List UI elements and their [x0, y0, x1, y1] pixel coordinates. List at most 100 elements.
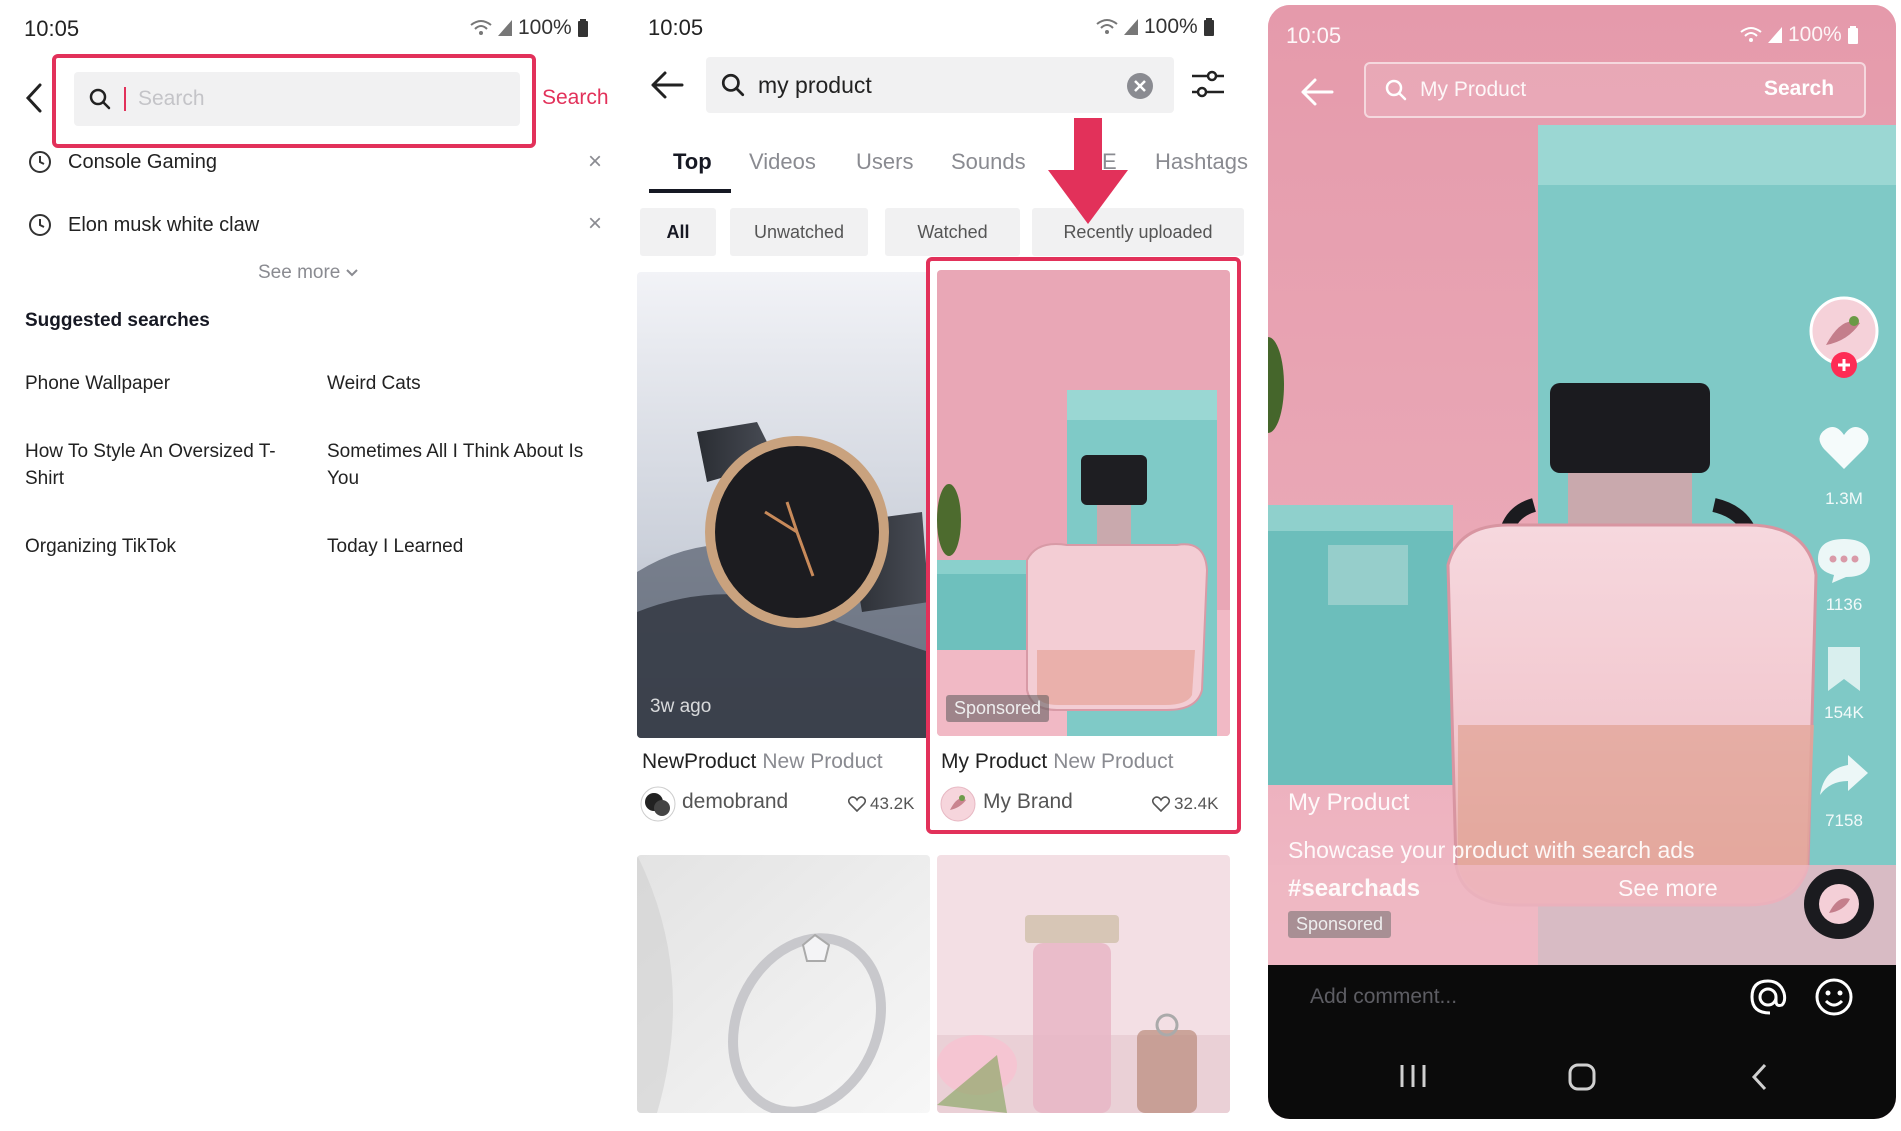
tab-sounds[interactable]: Sounds [951, 149, 1026, 175]
suggestion-item[interactable]: Sometimes All I Think About Is You [327, 438, 612, 492]
like-count: 32.4K [1152, 794, 1218, 814]
chip-all[interactable]: All [640, 208, 716, 256]
suggestion-item[interactable]: Weird Cats [327, 370, 607, 397]
sponsored-badge: Sponsored [946, 695, 1050, 722]
card-title-text: NewProduct [642, 750, 757, 773]
heart-outline-icon [848, 796, 866, 812]
emoji-icon[interactable] [1814, 977, 1854, 1017]
card-subtitle-text: New Product [762, 750, 883, 773]
battery-icon [1847, 26, 1858, 44]
tab-hashtags[interactable]: Hashtags [1155, 149, 1248, 175]
comment-input[interactable]: Add comment... [1310, 985, 1457, 1009]
share-count: 7158 [1825, 811, 1863, 830]
clear-search-icon[interactable] [1126, 72, 1154, 100]
battery-percent: 100% [1144, 15, 1198, 38]
suggestion-item[interactable]: Organizing TikTok [25, 533, 295, 560]
author-name[interactable]: My Brand [983, 790, 1073, 814]
battery-percent: 100% [518, 16, 572, 39]
search-input[interactable] [138, 87, 518, 111]
history-item-label: Console Gaming [68, 150, 217, 173]
see-more-label: See more [258, 262, 341, 283]
see-more-history[interactable]: See more [258, 262, 359, 284]
author-name[interactable]: demobrand [682, 790, 788, 814]
status-time: 10:05 [24, 16, 80, 41]
signal-icon [498, 20, 512, 36]
filter-icon[interactable] [1190, 68, 1226, 100]
search-screen-panel: 10:05 100% Search Console Gaming × Elon … [0, 0, 615, 1131]
card-title-text: My Product [941, 750, 1048, 773]
video-age-label: 3w ago [650, 696, 712, 717]
creator-avatar[interactable] [1808, 295, 1880, 381]
comment-count: 1136 [1825, 595, 1863, 614]
history-item[interactable]: Elon musk white claw [28, 213, 259, 237]
battery-icon [1203, 18, 1214, 36]
history-item[interactable]: Console Gaming [28, 150, 217, 174]
save-count: 154K [1824, 703, 1864, 722]
search-icon [88, 87, 112, 111]
search-button[interactable]: Search [542, 86, 609, 110]
status-time: 10:05 [648, 15, 704, 40]
red-arrow-annotation [1042, 118, 1134, 226]
status-icons: 100% [470, 16, 588, 40]
video-author-title[interactable]: My Product [1288, 789, 1409, 817]
see-more-link[interactable]: See more [1618, 875, 1718, 902]
comment-icon[interactable] [1816, 537, 1872, 585]
remove-history-icon[interactable]: × [588, 148, 602, 176]
status-time: 10:05 [1286, 23, 1342, 48]
tab-users[interactable]: Users [856, 149, 913, 175]
bookmark-icon[interactable] [1824, 645, 1864, 693]
recent-apps-icon[interactable] [1398, 1063, 1428, 1089]
system-back-icon[interactable] [1750, 1063, 1768, 1091]
history-clock-icon [28, 213, 52, 237]
search-query: My Product [1420, 78, 1527, 101]
wifi-icon [1740, 26, 1762, 44]
search-field[interactable] [706, 57, 1174, 113]
suggestion-item[interactable]: How To Style An Oversized T-Shirt [25, 438, 305, 492]
search-field[interactable] [74, 72, 520, 126]
remove-history-icon[interactable]: × [588, 210, 602, 238]
status-icons: 100% [1740, 23, 1858, 47]
search-input[interactable] [758, 71, 1138, 99]
sponsored-video-thumbnail[interactable] [937, 270, 1230, 736]
suggestion-item[interactable]: Today I Learned [327, 533, 607, 560]
tab-top[interactable]: Top [673, 149, 712, 175]
back-arrow-icon[interactable] [1300, 77, 1334, 107]
like-count: 43.2K [848, 794, 914, 814]
text-cursor [124, 87, 126, 111]
mention-icon[interactable] [1748, 977, 1788, 1017]
hashtag-link[interactable]: #searchads [1288, 875, 1420, 903]
like-count-text: 43.2K [870, 794, 915, 813]
video-card-thumbnail[interactable] [937, 855, 1230, 1113]
chip-unwatched[interactable]: Unwatched [730, 208, 868, 256]
battery-percent: 100% [1788, 23, 1842, 46]
back-arrow-icon[interactable] [650, 70, 684, 100]
avatar[interactable] [940, 786, 976, 822]
music-disc-icon[interactable] [1802, 867, 1876, 941]
back-icon[interactable] [24, 82, 44, 114]
like-heart-icon[interactable] [1818, 425, 1870, 471]
chip-watched[interactable]: Watched [885, 208, 1020, 256]
signal-icon [1768, 27, 1782, 43]
card-subtitle-text: New Product [1053, 750, 1174, 773]
wifi-icon [1096, 18, 1118, 36]
tab-videos[interactable]: Videos [749, 149, 816, 175]
share-arrow-icon[interactable] [1818, 753, 1870, 797]
signal-icon [1124, 19, 1138, 35]
status-icons: 100% [1096, 15, 1214, 39]
video-card-title[interactable]: NewProduct New Product [642, 750, 883, 774]
video-player-panel: 10:05 100% My Product Search 1.3M 1136 1… [1268, 5, 1896, 1119]
search-icon [1384, 78, 1408, 102]
video-frame[interactable] [1268, 5, 1896, 965]
history-clock-icon [28, 150, 52, 174]
wifi-icon [470, 19, 492, 37]
history-item-label: Elon musk white claw [68, 213, 260, 236]
video-card-thumbnail[interactable] [637, 855, 930, 1113]
search-button[interactable]: Search [1764, 77, 1834, 101]
video-card-thumbnail[interactable] [637, 272, 929, 738]
search-results-panel: 10:05 100% Top Videos Users Sounds E Has… [630, 0, 1260, 1131]
suggestion-item[interactable]: Phone Wallpaper [25, 370, 295, 397]
video-card-title[interactable]: My Product New Product [941, 750, 1173, 774]
heart-outline-icon [1152, 796, 1170, 812]
home-icon[interactable] [1568, 1063, 1596, 1091]
avatar[interactable] [640, 786, 676, 822]
